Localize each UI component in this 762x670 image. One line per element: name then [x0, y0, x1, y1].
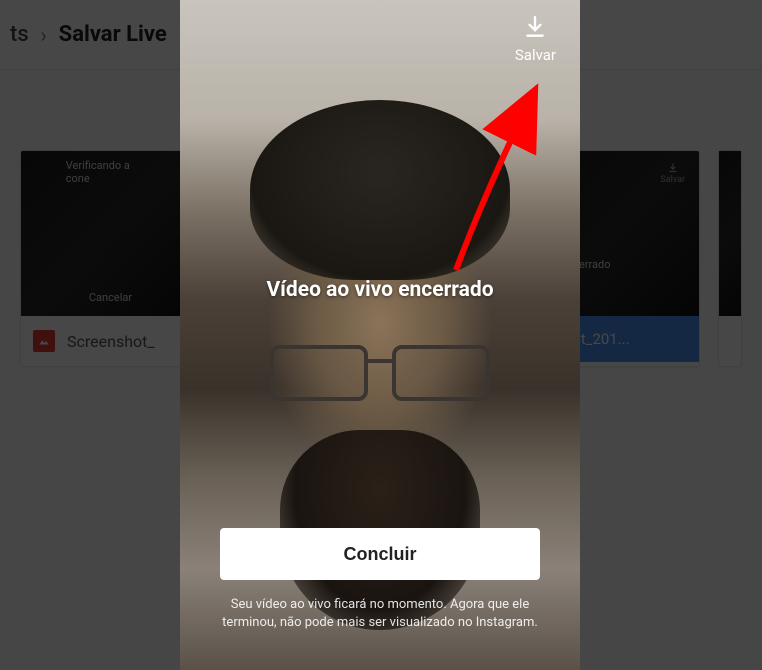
conclude-button[interactable]: Concluir: [220, 528, 540, 580]
save-label: Salvar: [515, 46, 556, 64]
live-ended-title: Vídeo ao vivo encerrado: [180, 278, 580, 302]
video-still-glasses: [270, 345, 490, 393]
save-button[interactable]: Salvar: [515, 14, 556, 64]
footer-note: Seu vídeo ao vivo ficará no momento. Ago…: [210, 596, 550, 632]
live-ended-modal: Salvar Vídeo ao vivo encerrado Concluir …: [180, 0, 580, 670]
download-icon: [522, 14, 548, 40]
video-still-hair: [250, 100, 510, 280]
conclude-label: Concluir: [343, 544, 416, 565]
